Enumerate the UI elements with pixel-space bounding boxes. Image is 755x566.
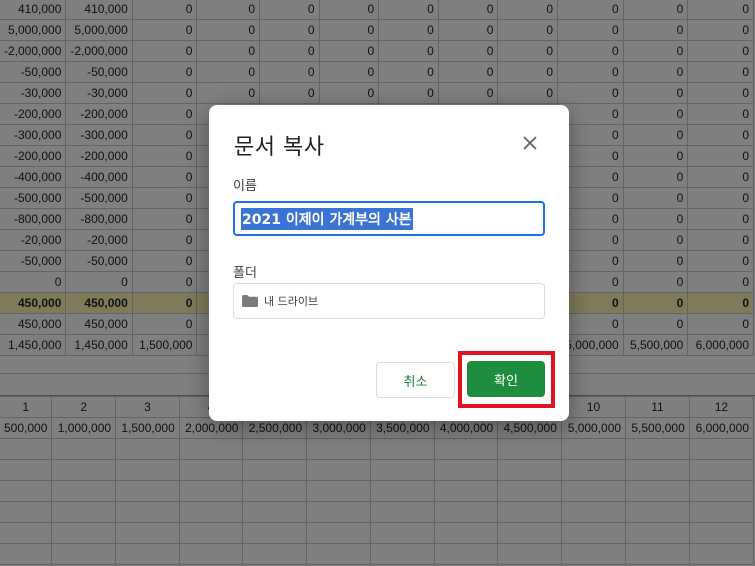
dialog-title: 문서 복사 [234, 135, 325, 160]
folder-name: 내 드라이브 [264, 295, 319, 308]
name-label: 이름 [233, 179, 257, 194]
name-input-value: 2021 이제이 가계부의 사본 [241, 207, 413, 230]
folder-select[interactable]: 내 드라이브 [233, 283, 545, 319]
close-icon [523, 136, 537, 150]
confirm-button[interactable]: 확인 [467, 361, 545, 397]
copy-document-dialog: 문서 복사 이름 2021 이제이 가계부의 사본 폴더 내 드라이브 취소 확… [209, 105, 569, 421]
close-button[interactable] [517, 130, 543, 156]
folder-label: 폴더 [233, 266, 257, 281]
folder-icon [242, 295, 258, 307]
cancel-button[interactable]: 취소 [376, 362, 455, 398]
name-input[interactable]: 2021 이제이 가계부의 사본 [233, 201, 545, 236]
